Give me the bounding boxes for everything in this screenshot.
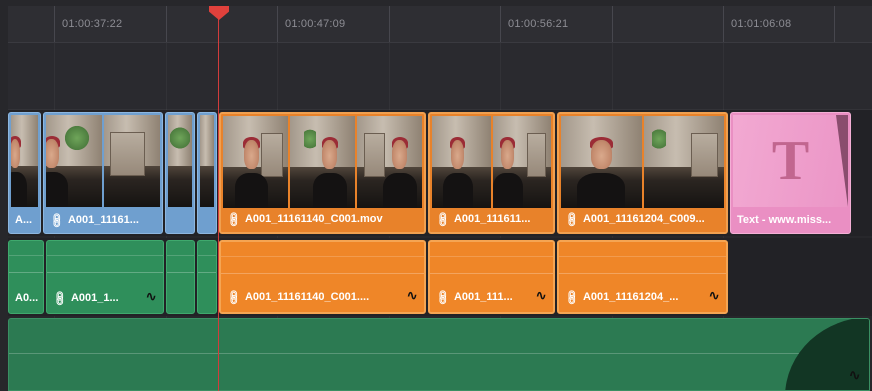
video-clip-selected[interactable]: 🔗︎ A001_111611... <box>428 112 555 234</box>
timeline[interactable]: 01:00:37:22 01:00:47:09 01:00:56:21 01:0… <box>0 0 872 391</box>
video-clip[interactable]: 🔗︎ A001_11161... <box>43 112 163 234</box>
audio-clip-selected[interactable]: 🔗︎ A001_111... ∿ <box>428 240 555 314</box>
clip-label: Text - www.miss... <box>737 214 832 226</box>
audio-curve-icon[interactable]: ∿ <box>535 287 547 304</box>
clip-thumbnail <box>432 116 551 208</box>
clip-label: 🔗︎ A001_11161... <box>48 211 139 230</box>
ruler-tick <box>277 6 278 42</box>
ruler-tick <box>389 6 390 42</box>
clip-thumbnail <box>223 116 422 208</box>
video-clip-selected[interactable]: 🔗︎ A001_11161140_C001.mov <box>219 112 426 234</box>
audio-clip[interactable] <box>166 240 195 314</box>
video-clip-selected[interactable]: 🔗︎ A001_11161204_C009... <box>557 112 728 234</box>
ruler-tick <box>834 6 835 42</box>
ruler-tick <box>54 6 55 42</box>
timecode-label: 01:01:06:08 <box>731 18 792 30</box>
ruler-tick <box>500 6 501 42</box>
link-icon: 🔗︎ <box>225 288 244 307</box>
clip-label: 🔗︎ A001_11161204_C009... <box>563 210 705 229</box>
playhead-line[interactable] <box>218 10 219 391</box>
audio-clip-selected[interactable]: 🔗︎ A001_11161140_C001.... ∿ <box>219 240 426 314</box>
clip-label: 🔗︎ A001_11161140_C001.... <box>225 288 370 307</box>
audio-waveform <box>198 255 216 292</box>
clip-label: 🔗︎ A001_11161204_... <box>563 288 679 307</box>
timecode-ruler[interactable]: 01:00:37:22 01:00:47:09 01:00:56:21 01:0… <box>8 6 872 43</box>
timecode-label: 01:00:37:22 <box>62 18 123 30</box>
empty-video-track[interactable] <box>8 43 872 110</box>
clip-label: A... <box>15 214 33 226</box>
timecode-label: 01:00:47:09 <box>285 18 346 30</box>
clip-label: 🔗︎ A001_11161140_C001.mov <box>225 210 383 229</box>
link-icon: 🔗︎ <box>563 288 582 307</box>
audio-curve-icon[interactable]: ∿ <box>406 287 418 304</box>
audio-clip[interactable]: 🔗︎ A001_1... ∿ <box>46 240 164 314</box>
ruler-tick <box>166 6 167 42</box>
audio-curve-icon[interactable]: ∿ <box>708 287 720 304</box>
link-icon: 🔗︎ <box>51 289 70 308</box>
video-clip[interactable] <box>197 112 217 234</box>
title-clip[interactable]: T Text - www.miss... <box>730 112 851 234</box>
audio-waveform <box>9 353 869 354</box>
link-icon: 🔗︎ <box>563 210 582 229</box>
ruler-tick <box>612 6 613 42</box>
clip-label: 🔗︎ A001_111611... <box>434 210 531 229</box>
link-icon: 🔗︎ <box>434 288 453 307</box>
ruler-tick <box>723 6 724 42</box>
audio-clip-selected[interactable]: 🔗︎ A001_11161204_... ∿ <box>557 240 728 314</box>
link-icon: 🔗︎ <box>225 210 244 229</box>
clip-thumbnail <box>168 115 192 207</box>
clip-label: A0... <box>15 292 39 304</box>
link-icon: 🔗︎ <box>434 210 453 229</box>
clip-thumbnail <box>561 116 724 208</box>
audio-clip[interactable]: A0... <box>8 240 44 314</box>
audio-clip[interactable] <box>197 240 217 314</box>
video-clip[interactable] <box>165 112 195 234</box>
timecode-label: 01:00:56:21 <box>508 18 569 30</box>
audio-waveform <box>167 255 194 292</box>
link-icon: 🔗︎ <box>48 211 67 230</box>
audio-curve-icon[interactable]: ∿ <box>848 366 861 384</box>
text-title-icon: T <box>733 115 848 207</box>
clip-thumbnail <box>200 115 214 207</box>
video-clip[interactable]: A... <box>8 112 41 234</box>
clip-thumbnail <box>11 115 38 207</box>
audio-curve-icon[interactable]: ∿ <box>145 288 157 305</box>
clip-thumbnail <box>46 115 160 207</box>
music-audio-clip[interactable]: ∿ <box>8 318 870 391</box>
